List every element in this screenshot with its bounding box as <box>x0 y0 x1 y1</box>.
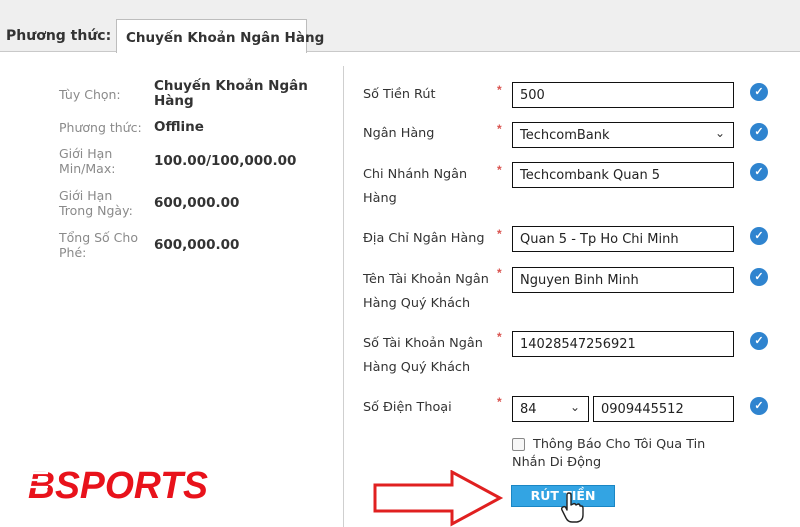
sms-opt-in-checkbox[interactable] <box>512 438 525 451</box>
phone-number-input[interactable]: 0909445512 <box>593 396 734 422</box>
required-mark: * <box>497 395 502 409</box>
required-mark: * <box>497 83 502 97</box>
sms-opt-in-label: Thông Báo Cho Tôi Qua Tin Nhắn Di Động <box>512 437 706 470</box>
required-mark: * <box>497 266 502 280</box>
info-total-label: Tổng Số Cho Phé: <box>59 230 138 260</box>
info-method-value: Offline <box>154 119 204 135</box>
valid-check-icon: ✓ <box>750 123 768 141</box>
bank-select[interactable]: TechcomBank ⌄ <box>512 122 734 148</box>
account-number-label: Số Tài Khoản Ngân Hàng Quý Khách <box>363 336 483 375</box>
info-daily-limit-value: 600,000.00 <box>154 195 240 211</box>
tab-bank-transfer-label: Chuyến Khoản Ngân Hàng <box>126 30 325 46</box>
branch-label: Chi Nhánh Ngân Hàng <box>363 167 468 206</box>
tab-bank-transfer[interactable]: Chuyến Khoản Ngân Hàng <box>116 19 324 53</box>
bank-label: Ngân Hàng <box>363 126 435 141</box>
amount-label: Số Tiền Rút <box>363 87 436 102</box>
phone-label: Số Điện Thoại <box>363 400 452 415</box>
branch-input[interactable]: Techcombank Quan 5 <box>512 162 734 188</box>
panel-divider <box>343 66 344 527</box>
payment-method-bar: Phương thức: Chuyến Khoản Ngân Hàng <box>0 0 800 53</box>
info-total-value: 600,000.00 <box>154 237 240 253</box>
required-mark: * <box>497 122 502 136</box>
account-name-label: Tên Tài Khoản Ngân Hàng Quý Khách <box>363 272 489 311</box>
info-daily-limit-label: Giới Hạn Trong Ngày: <box>59 188 133 218</box>
country-code-select[interactable]: 84 ⌄ <box>512 396 589 422</box>
info-minmax-value: 100.00/100,000.00 <box>154 153 297 169</box>
hand-cursor-icon <box>560 492 584 523</box>
method-label: Phương thức: <box>6 28 112 44</box>
chevron-down-icon: ⌄ <box>714 126 725 140</box>
country-code-value: 84 <box>520 402 537 417</box>
account-number-input[interactable]: 14028547256921 <box>512 331 734 357</box>
bank-select-value: TechcomBank <box>520 128 610 143</box>
amount-input[interactable]: 500 <box>512 82 734 108</box>
address-input[interactable]: Quan 5 - Tp Ho Chi Minh <box>512 226 734 252</box>
address-label: Địa Chỉ Ngân Hàng <box>363 231 485 246</box>
info-minmax-label: Giới Hạn Min/Max: <box>59 146 116 176</box>
logo-text: BSPORTS <box>28 465 208 506</box>
valid-check-icon: ✓ <box>750 332 768 350</box>
valid-check-icon: ✓ <box>750 83 768 101</box>
info-option-value: Chuyến Khoản Ngân Hàng <box>154 78 308 109</box>
valid-check-icon: ✓ <box>750 397 768 415</box>
required-mark: * <box>497 227 502 241</box>
info-method-label: Phương thức: <box>59 120 142 135</box>
chevron-down-icon: ⌄ <box>569 400 580 414</box>
valid-check-icon: ✓ <box>750 227 768 245</box>
required-mark: * <box>497 163 502 177</box>
valid-check-icon: ✓ <box>750 268 768 286</box>
bsports-logo: BSPORTS <box>28 465 208 506</box>
info-option-label: Tùy Chọn: <box>59 87 121 102</box>
valid-check-icon: ✓ <box>750 163 768 181</box>
arrow-right-icon <box>373 470 504 527</box>
required-mark: * <box>497 330 502 344</box>
account-name-input[interactable]: Nguyen Binh Minh <box>512 267 734 293</box>
